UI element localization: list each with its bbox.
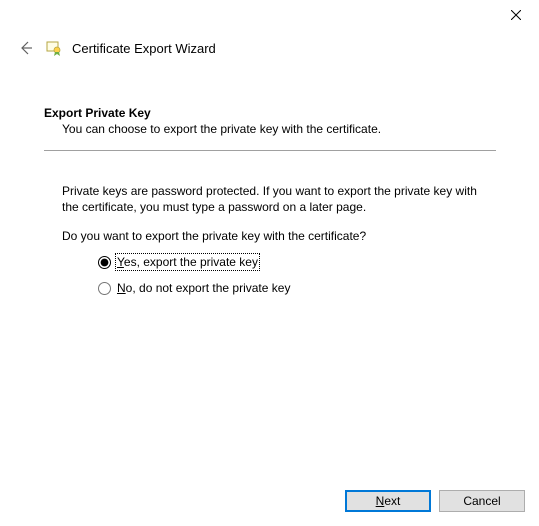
cancel-button[interactable]: Cancel	[439, 490, 525, 512]
back-arrow-icon	[18, 40, 34, 56]
page-body-text: Private keys are password protected. If …	[62, 183, 482, 215]
radio-yes-export[interactable]	[98, 256, 111, 269]
page-heading: Export Private Key	[44, 106, 499, 120]
close-icon	[511, 10, 521, 20]
certificate-icon	[46, 40, 62, 56]
radio-no-label[interactable]: No, do not export the private key	[117, 281, 290, 295]
divider	[44, 150, 496, 151]
radio-yes-label[interactable]: Yes, export the private key	[117, 255, 258, 269]
page-subheading: You can choose to export the private key…	[62, 122, 499, 136]
wizard-title: Certificate Export Wizard	[72, 41, 216, 56]
radio-no-export[interactable]	[98, 282, 111, 295]
page-question: Do you want to export the private key wi…	[62, 229, 499, 243]
back-button[interactable]	[16, 38, 36, 58]
export-key-radio-group: Yes, export the private key No, do not e…	[98, 255, 499, 295]
close-button[interactable]	[493, 0, 539, 30]
next-button[interactable]: Next	[345, 490, 431, 512]
